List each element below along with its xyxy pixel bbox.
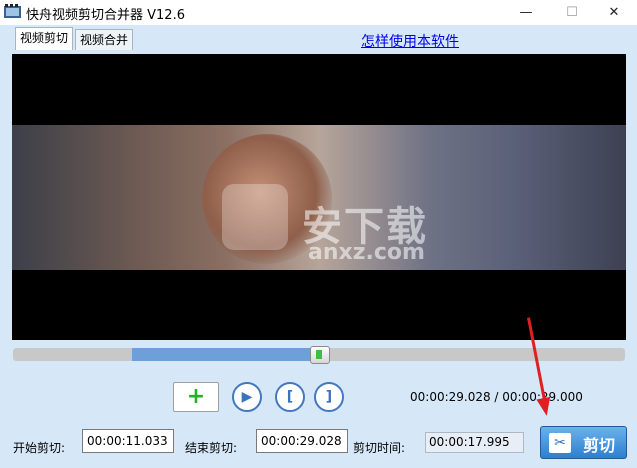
watermark-subtext: anxz.com [308, 240, 425, 265]
maximize-button[interactable]: ☐ [549, 0, 595, 25]
video-preview[interactable]: 安下载 anxz.com [12, 54, 626, 340]
minimize-button[interactable]: — [503, 0, 549, 25]
title-bar: 快舟视频剪切合并器 V12.6 — ☐ ✕ [0, 0, 637, 25]
tab-video-merge[interactable]: 视频合并 [75, 29, 134, 50]
time-display: 00:00:29.028 / 00:00:29.000 [410, 390, 583, 404]
watermark-logo-icon [222, 184, 288, 250]
timeline-thumb[interactable] [310, 346, 330, 364]
thumb-grip [316, 350, 322, 359]
cut-duration-label: 剪切时间: [353, 441, 406, 455]
add-segment-button[interactable]: + [173, 382, 219, 412]
cut-button[interactable]: ✂ 剪切 [540, 426, 627, 459]
mark-in-button[interactable]: [ [275, 382, 305, 412]
window-title: 快舟视频剪切合并器 V12.6 [26, 8, 185, 23]
scissors-icon: ✂ [549, 433, 571, 453]
play-button[interactable]: ▶ [232, 382, 262, 412]
close-button[interactable]: ✕ [591, 0, 637, 25]
cut-duration-value: 00:00:17.995 [425, 432, 524, 453]
start-cut-label: 开始剪切: [13, 441, 66, 455]
cut-button-label: 剪切 [583, 436, 616, 455]
timeline-selection [132, 348, 319, 361]
help-link[interactable]: 怎样使用本软件 [361, 31, 459, 51]
end-cut-label: 结束剪切: [185, 441, 238, 455]
tab-video-cut[interactable]: 视频剪切 [15, 27, 74, 50]
end-time-input[interactable] [256, 429, 348, 453]
start-time-input[interactable] [82, 429, 174, 453]
app-icon [4, 4, 21, 18]
mark-out-button[interactable]: ] [314, 382, 344, 412]
